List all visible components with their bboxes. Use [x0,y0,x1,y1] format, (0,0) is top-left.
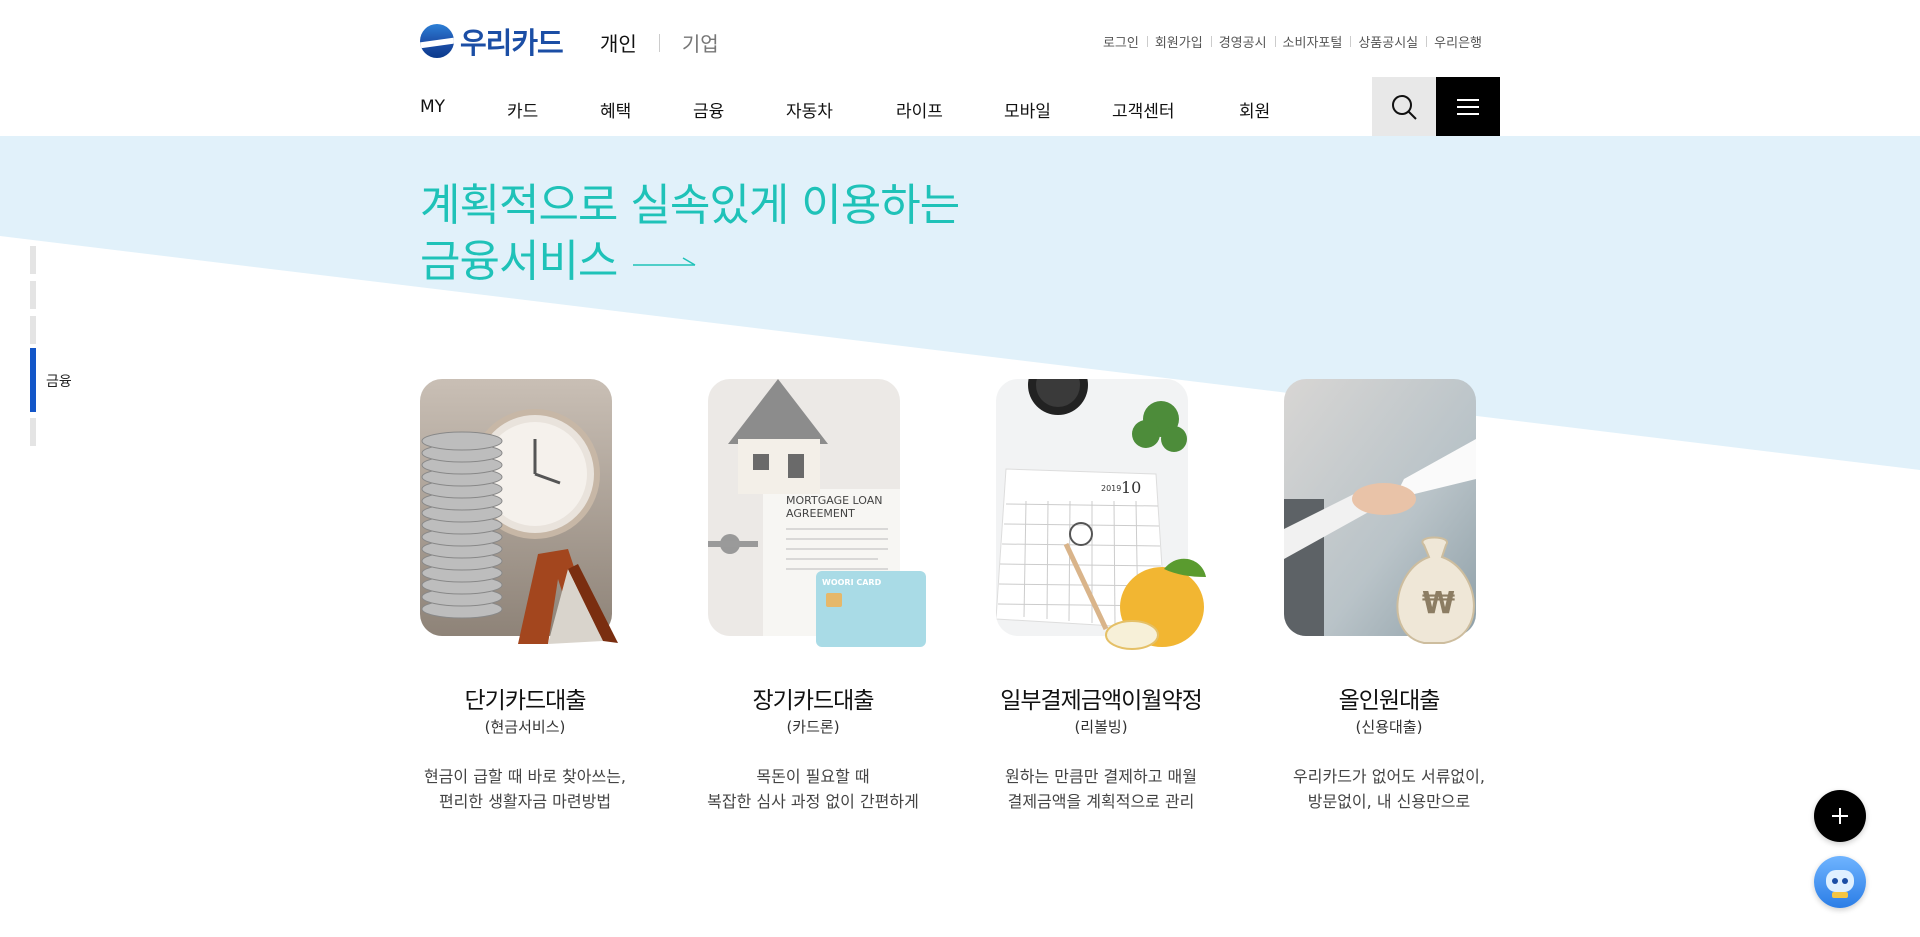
section-indicator-dot[interactable] [30,418,36,446]
card-desc-line: 원하는 만큼만 결제하고 매월 [1005,767,1197,786]
card-subtitle: (리볼빙) [1074,718,1128,736]
nav-item-car[interactable]: 자동차 [786,97,833,122]
logo-text: 우리카드 [460,26,564,60]
utility-links: 로그인 회원가입 경영공시 소비자포털 상품공시실 우리은행 [1095,32,1490,51]
headline-line1: 계획적으로 실속있게 이용하는 [420,180,960,231]
section-indicator-label: 금융 [46,374,72,390]
card-description: 현금이 급할 때 바로 찾아쓰는, 편리한 생활자금 마련방법 [380,764,670,814]
chatbot-button[interactable] [1814,856,1866,908]
floating-plus-button[interactable] [1814,790,1866,842]
hero-headline: 계획적으로 실속있게 이용하는 금융서비스 [420,178,960,290]
util-link-woori-bank[interactable]: 우리은행 [1426,32,1490,51]
headline-line2: 금융서비스 [420,236,618,287]
nav-item-life[interactable]: 라이프 [896,97,943,122]
card-description: 목돈이 필요할 때 복잡한 심사 과정 없이 간편하게 [668,764,958,814]
won-symbol: ₩ [1422,586,1455,621]
plus-icon [1832,808,1848,824]
segment-corporate[interactable]: 기업 [682,28,719,57]
calendar-month: 10 [1121,478,1141,497]
card-desc-line: 방문없이, 내 신용만으로 [1307,792,1471,811]
search-icon [1392,94,1417,120]
section-indicator-active[interactable] [30,348,36,412]
util-link-product-disclosure[interactable]: 상품공시실 [1350,32,1426,51]
section-indicator-dot[interactable] [30,281,36,309]
card-desc-line: 현금이 급할 때 바로 찾아쓰는, [423,767,627,786]
card-subtitle: (신용대출) [1355,718,1423,736]
mortgage-text-line1: MORTGAGE LOAN [786,494,883,507]
arrow-right-icon[interactable] [633,255,697,269]
card-title[interactable]: 장기카드대출 [668,681,958,715]
segment-divider [658,33,660,52]
nav-item-member[interactable]: 회원 [1239,97,1270,122]
wallet-image [518,549,618,644]
card-subtitle: (현금서비스) [484,718,566,736]
card-desc-line: 편리한 생활자금 마련방법 [438,792,612,811]
pear-image [1105,558,1206,650]
card-subtitle: (카드론) [786,718,840,736]
card-desc-line: 우리카드가 없어도 서류없이, [1293,767,1485,786]
nav-item-my[interactable]: MY [420,97,445,117]
hero-background [0,136,1920,470]
util-link-signup[interactable]: 회원가입 [1146,32,1211,51]
nav-item-finance[interactable]: 금융 [693,97,724,122]
card-desc-line: 복잡한 심사 과정 없이 간편하게 [707,792,919,811]
nav-item-customer-center[interactable]: 고객센터 [1112,97,1175,122]
hamburger-menu-icon [1457,98,1479,101]
customer-segment-switch: 개인 기업 [600,28,719,57]
segment-personal[interactable]: 개인 [600,28,637,57]
woori-card-image: WOORI CARD [816,571,926,647]
nav-item-mobile[interactable]: 모바일 [1004,97,1051,122]
card-title[interactable]: 단기카드대출 [380,681,670,715]
woori-card-logo[interactable]: 우리카드 [420,24,564,60]
card-desc-line: 결제금액을 계획적으로 관리 [1007,792,1195,811]
section-indicator-dot[interactable] [30,316,36,344]
section-indicator-dot[interactable] [30,246,36,274]
money-bag-image: ₩ [1396,536,1475,644]
nav-item-benefits[interactable]: 혜택 [600,97,631,122]
logo-mark-icon [420,24,454,58]
calendar-year: 2019 [1101,484,1121,493]
site-header: 우리카드 개인 기업 로그인 회원가입 경영공시 소비자포털 상품공시실 우리은… [0,0,1920,136]
card-description: 원하는 만큼만 결제하고 매월 결제금액을 계획적으로 관리 [956,764,1246,814]
woori-card-brand-text: WOORI CARD [822,578,882,587]
all-menu-button[interactable] [1436,77,1500,136]
util-link-consumer-portal[interactable]: 소비자포털 [1274,32,1351,51]
search-button[interactable] [1372,77,1436,136]
card-title[interactable]: 일부결제금액이월약정 [956,681,1246,715]
headline-line2-wrap: 금융서비스 [420,234,959,290]
util-link-login[interactable]: 로그인 [1095,32,1147,51]
card-title[interactable]: 올인원대출 [1244,681,1534,715]
util-link-disclosure[interactable]: 경영공시 [1210,32,1275,51]
nav-item-card[interactable]: 카드 [507,97,538,122]
card-description: 우리카드가 없어도 서류없이, 방문없이, 내 신용만으로 [1244,764,1534,814]
chatbot-icon [1826,870,1854,898]
mortgage-text-line2: AGREEMENT [786,507,855,520]
card-desc-line: 목돈이 필요할 때 [756,767,870,786]
